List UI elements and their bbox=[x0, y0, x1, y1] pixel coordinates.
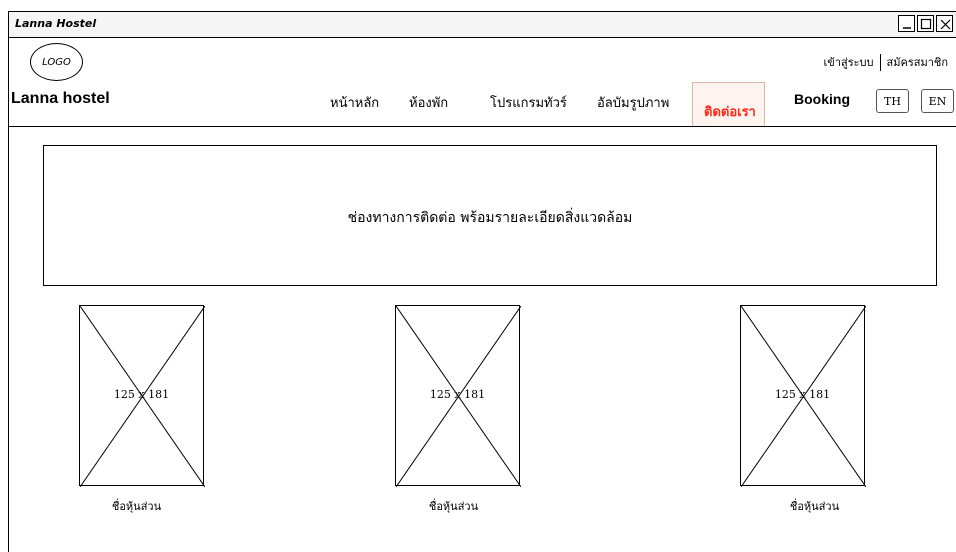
contact-content-box: ช่องทางการติดต่อ พร้อมรายละเอียดสิ่งแวดล… bbox=[43, 145, 937, 286]
logo-text: LOGO bbox=[42, 56, 71, 68]
partner-caption: ชื่อหุ้นส่วน bbox=[428, 500, 479, 513]
link-separator bbox=[879, 53, 881, 71]
minimize-button[interactable] bbox=[898, 15, 915, 32]
logo[interactable]: LOGO bbox=[30, 43, 83, 81]
register-link[interactable]: สมัครสมาชิก bbox=[887, 53, 949, 71]
nav-item-contact-label: ติดต่อเรา bbox=[704, 105, 756, 120]
booking-link[interactable]: Booking bbox=[794, 91, 850, 107]
lang-th-button[interactable]: TH bbox=[876, 89, 909, 113]
partner-caption: ชื่อหุ้นส่วน bbox=[111, 500, 162, 513]
title-bar: Lanna Hostel bbox=[9, 12, 956, 38]
window-title: Lanna Hostel bbox=[15, 17, 97, 30]
contact-content-text: ช่องทางการติดต่อ พร้อมรายละเอียดสิ่งแวดล… bbox=[347, 210, 633, 226]
nav-item-gallery[interactable]: อัลบัมรูปภาพ bbox=[597, 92, 669, 113]
close-icon bbox=[940, 19, 951, 30]
partner-caption: ชื่อหุ้นส่วน bbox=[789, 500, 840, 513]
nav-item-rooms[interactable]: ห้องพัก bbox=[409, 92, 448, 113]
nav-item-tours[interactable]: โปรแกรมทัวร์ bbox=[490, 92, 567, 113]
minimize-icon bbox=[903, 27, 911, 29]
partner-image-placeholder: 125 x 181 bbox=[740, 305, 866, 487]
maximize-button[interactable] bbox=[917, 15, 934, 32]
nav-item-contact[interactable]: ติดต่อเรา bbox=[692, 82, 765, 127]
image-size-label: 125 x 181 bbox=[774, 388, 831, 401]
login-link[interactable]: เข้าสู่ระบบ bbox=[824, 53, 874, 71]
close-button[interactable] bbox=[936, 15, 953, 32]
image-size-label: 125 x 181 bbox=[113, 388, 170, 401]
nav-item-home[interactable]: หน้าหลัก bbox=[330, 92, 379, 113]
lang-en-button[interactable]: EN bbox=[921, 89, 954, 113]
maximize-icon bbox=[920, 18, 932, 30]
partner-image-placeholder: 125 x 181 bbox=[395, 305, 521, 487]
account-links: เข้าสู่ระบบ สมัครสมาชิก bbox=[824, 53, 948, 71]
image-size-label: 125 x 181 bbox=[429, 388, 486, 401]
header-divider bbox=[8, 126, 956, 127]
partner-image-placeholder: 125 x 181 bbox=[79, 305, 205, 487]
